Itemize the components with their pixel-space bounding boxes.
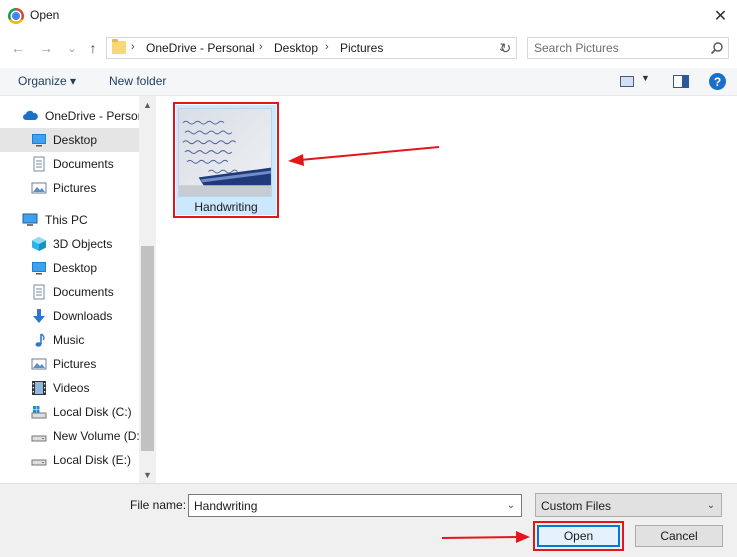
- nav-item-label: Pictures: [53, 181, 97, 195]
- organize-button[interactable]: Organize ▾: [18, 74, 76, 88]
- nav-item-label: Desktop: [53, 261, 98, 275]
- nav-item-label: 3D Objects: [53, 237, 113, 251]
- help-icon[interactable]: ?: [709, 73, 726, 90]
- nav-item-label: Documents: [53, 285, 114, 299]
- breadcrumb-desktop[interactable]: Desktop: [274, 41, 318, 55]
- nav-item-local-disk-e[interactable]: Local Disk (E:): [0, 448, 140, 472]
- nav-item-documents[interactable]: Documents: [0, 280, 140, 304]
- drive-icon: [31, 459, 47, 466]
- recent-locations-button[interactable]: ⌄: [62, 38, 82, 58]
- command-toolbar: Organize ▾ New folder ▼ ?: [0, 68, 737, 96]
- nav-scrollbar[interactable]: ▲ ▼: [139, 96, 156, 483]
- nav-item-label: Local Disk (C:): [53, 405, 132, 419]
- breadcrumb-separator: ›: [325, 41, 329, 53]
- nav-item-new-volume-d[interactable]: New Volume (D:): [0, 424, 140, 448]
- nav-item-onedrive[interactable]: OneDrive - Personal: [0, 104, 140, 128]
- up-folder-button[interactable]: ↑: [83, 38, 103, 58]
- computer-icon: [22, 213, 38, 226]
- nav-item-desktop[interactable]: Desktop: [0, 256, 140, 280]
- nav-item-label: Pictures: [53, 357, 97, 371]
- pictures-icon: [31, 358, 47, 370]
- address-bar[interactable]: › OneDrive - Personal › Desktop › Pictur…: [106, 37, 517, 59]
- download-icon: [33, 309, 45, 323]
- scroll-thumb[interactable]: [141, 246, 154, 451]
- navigation-pane: OneDrive - Personal Desktop Documents Pi…: [0, 96, 156, 483]
- nav-item-local-disk-c[interactable]: Local Disk (C:): [0, 400, 140, 424]
- view-options-dropdown[interactable]: ▼: [641, 73, 650, 83]
- desktop-icon: [32, 134, 46, 147]
- file-list-area[interactable]: Handwriting: [158, 96, 737, 483]
- nav-item-this-pc[interactable]: This PC: [0, 208, 140, 232]
- scroll-down-arrow[interactable]: ▼: [139, 468, 156, 482]
- nav-item-label: New Volume (D:): [53, 429, 140, 443]
- annotation-highlight-box: [533, 521, 624, 551]
- chevron-down-icon[interactable]: ⌄: [501, 495, 521, 516]
- chrome-icon: [8, 8, 24, 24]
- nav-item-label: OneDrive - Personal: [45, 109, 140, 123]
- window-title: Open: [30, 8, 60, 22]
- breadcrumb-pictures[interactable]: Pictures: [340, 41, 383, 55]
- file-name-input[interactable]: Handwriting: [194, 499, 257, 513]
- nav-item-downloads[interactable]: Downloads: [0, 304, 140, 328]
- forward-button[interactable]: →: [36, 38, 56, 58]
- cube-icon: [32, 237, 46, 251]
- search-input[interactable]: [534, 40, 704, 56]
- new-folder-button[interactable]: New folder: [109, 74, 166, 88]
- nav-item-documents-onedrive[interactable]: Documents: [0, 152, 140, 176]
- nav-item-pictures-onedrive[interactable]: Pictures: [0, 176, 140, 200]
- nav-item-label: Downloads: [53, 309, 113, 323]
- refresh-button[interactable]: ↻: [495, 37, 517, 59]
- nav-item-music[interactable]: Music: [0, 328, 140, 352]
- nav-item-desktop-onedrive[interactable]: Desktop: [0, 128, 140, 152]
- pictures-icon: [31, 182, 47, 194]
- nav-item-videos[interactable]: Videos: [0, 376, 140, 400]
- search-box[interactable]: [527, 37, 729, 59]
- cloud-icon: [23, 110, 38, 120]
- nav-item-label: Local Disk (E:): [53, 453, 132, 467]
- nav-item-label: Music: [53, 333, 85, 347]
- breadcrumb-separator: ›: [131, 41, 135, 53]
- folder-icon: [112, 39, 126, 54]
- file-type-value: Custom Files: [541, 499, 612, 513]
- documents-icon: [33, 284, 45, 300]
- scroll-up-arrow[interactable]: ▲: [139, 98, 156, 112]
- video-icon: [32, 381, 46, 395]
- bottom-panel: File name: Handwriting ⌄ Custom Files ⌄ …: [0, 483, 737, 557]
- cancel-button[interactable]: Cancel: [635, 525, 723, 547]
- nav-item-pictures[interactable]: Pictures: [0, 352, 140, 376]
- nav-item-3d-objects[interactable]: 3D Objects: [0, 232, 140, 256]
- file-name-field-label: File name:: [130, 498, 187, 512]
- desktop-icon: [32, 262, 46, 275]
- preview-pane-icon[interactable]: [673, 75, 689, 88]
- title-bar: Open ✕: [0, 0, 737, 32]
- chevron-down-icon[interactable]: ⌄: [702, 494, 720, 516]
- drive-icon: [31, 435, 47, 442]
- music-icon: [35, 333, 45, 347]
- breadcrumb-onedrive[interactable]: OneDrive - Personal: [146, 41, 255, 55]
- nav-item-label: Videos: [53, 381, 90, 395]
- search-icon: [710, 42, 723, 55]
- annotation-highlight-box: [173, 102, 279, 218]
- file-type-select[interactable]: Custom Files ⌄: [535, 493, 722, 517]
- nav-item-label: This PC: [45, 213, 88, 227]
- documents-icon: [33, 156, 45, 172]
- close-button[interactable]: ✕: [704, 0, 737, 32]
- change-view-icon[interactable]: [620, 76, 634, 87]
- file-name-combobox[interactable]: Handwriting ⌄: [188, 494, 522, 517]
- windows-drive-icon: [31, 406, 47, 419]
- nav-item-label: Documents: [53, 157, 114, 171]
- back-button[interactable]: ←: [8, 38, 28, 58]
- breadcrumb-separator: ›: [259, 41, 263, 53]
- nav-item-label: Desktop: [53, 133, 98, 147]
